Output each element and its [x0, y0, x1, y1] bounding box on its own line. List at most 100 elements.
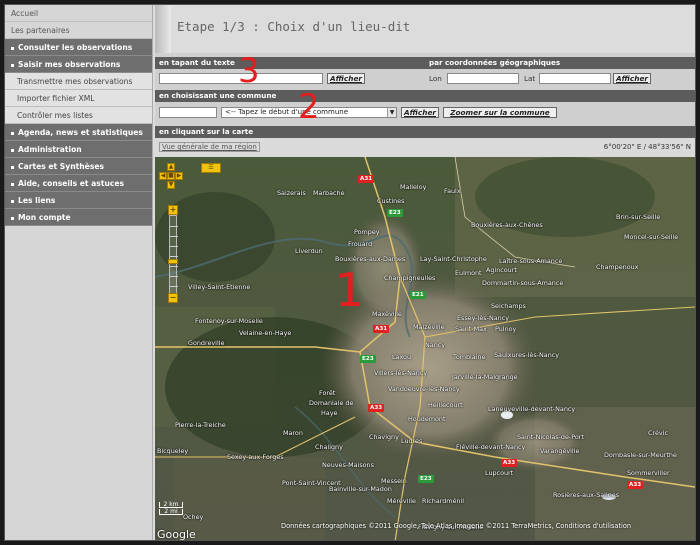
map-place-label: Dombasle-sur-Meurthe [604, 451, 677, 459]
map-place-label: Seichamps [491, 302, 526, 310]
sidebar-item[interactable]: Transmettre mes observations [5, 73, 152, 90]
map-place-label: Bouxières-aux-Chênes [471, 221, 543, 229]
zoom-slider-handle[interactable] [168, 259, 178, 264]
sidebar-item-label: Cartes et Synthèses [18, 162, 105, 171]
sidebar-item[interactable]: Agenda, news et statistiques [5, 124, 152, 141]
section-bar-by-map: en cliquant sur la carte [155, 126, 695, 138]
map-place-label: Méréville [387, 497, 416, 505]
bullet-icon [11, 199, 14, 203]
show-commune-button[interactable]: Afficher [401, 107, 439, 118]
map-place-label: Malzéville [413, 323, 445, 331]
pan-up-icon[interactable]: ▲ [167, 163, 175, 171]
sidebar-item-label: Accueil [11, 9, 39, 18]
title-area: Etape 1/3 : Choix d'un lieu-dit [155, 5, 695, 53]
map-place-label: Malleloy [400, 183, 427, 191]
google-logo: Google [157, 528, 196, 541]
map-type-button[interactable]: ☰ [201, 163, 221, 173]
sidebar-item[interactable]: Administration [5, 141, 152, 158]
sidebar-item[interactable]: Mon compte [5, 209, 152, 226]
page-title: Etape 1/3 : Choix d'un lieu-dit [177, 19, 411, 34]
commune-filter-input[interactable] [159, 107, 217, 118]
map-place-label: Pompey [354, 228, 380, 236]
lat-input[interactable] [539, 73, 611, 84]
annotation-number-1: 1 [335, 263, 365, 317]
scale-mi: 2 mi [159, 509, 183, 515]
map-place-label: Custines [377, 197, 405, 205]
show-coords-button[interactable]: Afficher [613, 73, 651, 84]
sidebar-item[interactable]: Cartes et Synthèses [5, 158, 152, 175]
map-place-label: Frouard [348, 240, 373, 248]
map-place-label: Champenoux [596, 263, 639, 271]
lon-input[interactable] [447, 73, 519, 84]
region-overview-link[interactable]: Vue générale de ma région [159, 142, 260, 152]
sidebar-item-label: Aide, conseils et astuces [18, 179, 125, 188]
sidebar-item-label: Agenda, news et statistiques [18, 128, 143, 137]
sidebar-item[interactable]: Aide, conseils et astuces [5, 175, 152, 192]
map-place-label: Chaligny [315, 443, 343, 451]
pan-center-icon[interactable]: ■ [167, 172, 175, 180]
map-place-label: Marbache [313, 189, 345, 197]
row-map-tools: Vue générale de ma région 6°00'20" E / 4… [155, 138, 695, 157]
show-text-button[interactable]: Afficher [327, 73, 365, 84]
sidebar-item[interactable]: Consulter les observations [5, 39, 152, 56]
map-place-label: Pulnoy [495, 325, 517, 333]
road-shield: E23 [387, 209, 403, 217]
section-bar-by-coords: par coordonnées géographiques [425, 57, 695, 69]
sidebar-item[interactable]: Les liens [5, 192, 152, 209]
road-shield: A31 [373, 325, 390, 333]
section-label-by-coords: par coordonnées géographiques [429, 58, 561, 67]
zoom-out-icon[interactable]: − [168, 293, 178, 303]
map-place-label: Laxou [392, 353, 412, 361]
map-place-label: Gondreville [188, 339, 225, 347]
map-place-label: Vandoeuvre-lès-Nancy [388, 385, 460, 393]
map-place-label: Dommartin-sous-Amance [482, 279, 564, 287]
zoom-in-icon[interactable]: + [168, 205, 178, 215]
map-place-label: Moncel-sur-Seille [624, 233, 679, 241]
map-place-label: Saulxures-lès-Nancy [494, 351, 560, 359]
map-place-label: Ludres [401, 437, 423, 445]
map-place-label: Villers-lès-Nancy [374, 369, 428, 377]
sidebar-item-label: Saisir mes observations [18, 60, 121, 69]
lon-label: Lon [429, 74, 442, 83]
sidebar-item[interactable]: Les partenaires [5, 22, 152, 39]
map-place-label: Bicqueley [157, 447, 189, 455]
zoom-slider-track[interactable] [169, 215, 178, 295]
section-bar-by-text: en tapant du texte [155, 57, 425, 69]
map-place-label: Sommerviller [627, 469, 670, 477]
sidebar-item-label: Administration [18, 145, 82, 154]
zoom-commune-button[interactable]: Zoomer sur la commune [443, 107, 557, 118]
map-place-label: Saizerais [277, 189, 306, 197]
zoom-control: + − [167, 205, 179, 305]
map-place-label: Laneuveville-devant-Nancy [488, 405, 576, 413]
map-place-label: Laître-sous-Amance [499, 257, 563, 265]
map-place-label: Jarville-la-Malgrange [452, 373, 518, 381]
pan-down-icon[interactable]: ▼ [167, 181, 175, 189]
chevron-down-icon: ▼ [387, 108, 396, 117]
sidebar-item-label: Mon compte [18, 213, 71, 222]
pan-left-icon[interactable]: ◀ [159, 172, 167, 180]
map-place-label: Neuves-Maisons [322, 461, 374, 469]
bullet-icon [11, 165, 14, 169]
page-curl-decoration [155, 5, 171, 53]
map-place-label: Pierre-la-Treiche [175, 421, 226, 429]
map-place-label: Tomblaine [453, 353, 486, 361]
map-place-label: Bainville-sur-Madon [329, 485, 392, 493]
road-shield: A33 [368, 404, 385, 412]
app-frame: Accueil Les partenaires Consulter les obse… [4, 4, 696, 541]
sidebar-item[interactable]: Accueil [5, 5, 152, 22]
sidebar-item[interactable]: Saisir mes observations [5, 56, 152, 73]
map-place-label: Essey-lès-Nancy [457, 314, 509, 322]
map-copyright: Données cartographiques ©2011 Google, Te… [281, 522, 632, 530]
bullet-icon [11, 63, 14, 67]
bullet-icon [11, 46, 14, 50]
map-place-label: Lay-Saint-Christophe [420, 255, 487, 263]
map-place-label: Liverdun [295, 247, 323, 255]
road-shield: E21 [410, 291, 426, 299]
pan-control: ▲ ◀ ■ ▶ ▼ [159, 163, 183, 199]
map-place-label: Agincourt [486, 266, 517, 274]
pan-right-icon[interactable]: ▶ [175, 172, 183, 180]
main-content: Etape 1/3 : Choix d'un lieu-dit en tapan… [155, 5, 695, 541]
satellite-map[interactable]: Saizerais Marbache Custines Malleloy Faulx Br… [155, 157, 695, 541]
sidebar-item[interactable]: Importer fichier XML [5, 90, 152, 107]
sidebar-item[interactable]: Contrôler mes listes [5, 107, 152, 124]
